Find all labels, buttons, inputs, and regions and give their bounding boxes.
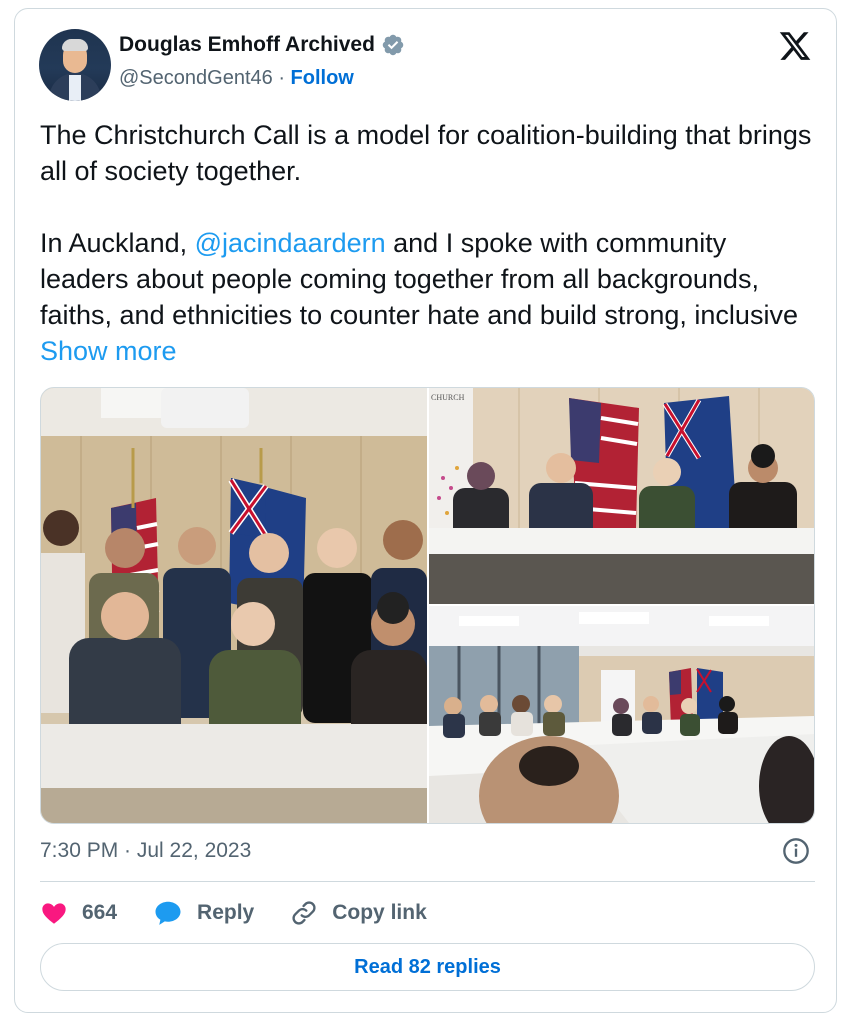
tweet-text-segment: In Auckland, <box>40 228 195 258</box>
x-logo-icon[interactable] <box>778 29 812 63</box>
tweet-paragraph-1: The Christchurch Call is a model for coa… <box>40 120 812 186</box>
avatar-shirt <box>69 75 81 101</box>
copy-link-label: Copy link <box>332 901 427 924</box>
media-grid: CHURCH <box>40 387 815 824</box>
conference-room-photo[interactable] <box>429 606 815 823</box>
read-replies-label: Read 82 replies <box>354 955 501 978</box>
reply-button[interactable]: Reply <box>153 898 254 928</box>
author-name-row: Douglas Emhoff Archived <box>119 33 405 57</box>
verified-badge-icon <box>382 34 404 56</box>
author-handle[interactable]: @SecondGent46 <box>119 67 273 89</box>
tweet-card: Douglas Emhoff Archived @SecondGent46 · … <box>14 8 837 1013</box>
action-bar: 664 Reply Copy link <box>40 893 463 933</box>
speech-bubble-icon <box>155 901 181 925</box>
mention-link[interactable]: @jacindaardern <box>195 228 386 258</box>
tweet-paragraph-2: In Auckland, @jacindaardern and I spoke … <box>40 225 820 369</box>
author-display-name[interactable]: Douglas Emhoff Archived <box>119 33 375 57</box>
author-handle-row: @SecondGent46 · Follow <box>119 67 354 90</box>
link-icon <box>292 901 316 925</box>
like-button[interactable]: 664 <box>40 899 117 927</box>
avatar[interactable] <box>39 29 111 101</box>
photo-sign-text: CHURCH <box>431 393 465 402</box>
handle-separator: · <box>278 67 285 89</box>
reply-label: Reply <box>197 901 255 924</box>
avatar-hair <box>62 39 88 51</box>
copy-link-button[interactable]: Copy link <box>290 899 427 927</box>
group-photo[interactable] <box>41 388 427 823</box>
tweet-timestamp[interactable]: 7:30 PM · Jul 22, 2023 <box>40 839 251 863</box>
info-icon[interactable] <box>782 837 810 865</box>
tweet-text: The Christchurch Call is a model for coa… <box>40 117 820 369</box>
heart-icon <box>42 903 66 924</box>
read-replies-button[interactable]: Read 82 replies <box>40 943 815 991</box>
show-more-link[interactable]: Show more <box>40 336 177 366</box>
panel-table-photo[interactable]: CHURCH <box>429 388 815 604</box>
divider <box>40 881 815 882</box>
follow-button[interactable]: Follow <box>291 67 354 89</box>
like-count: 664 <box>82 901 118 924</box>
